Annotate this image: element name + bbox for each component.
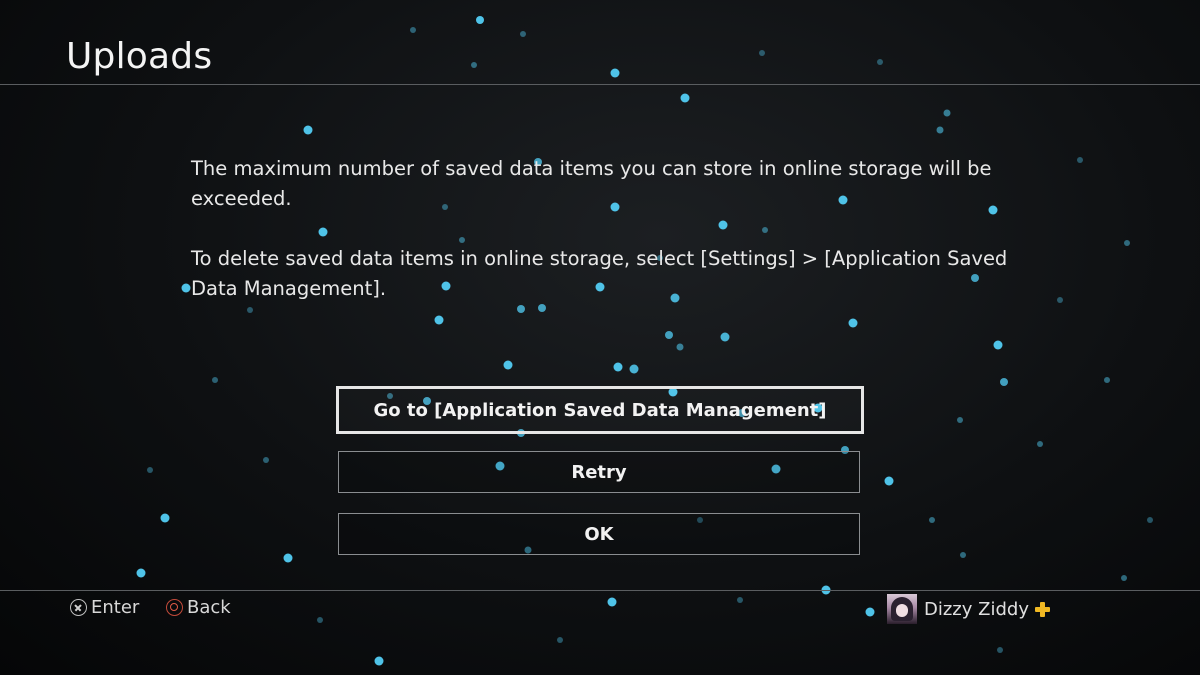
footer-divider [0,590,1200,591]
go-to-saved-data-management-button[interactable]: Go to [Application Saved Data Management… [336,386,864,434]
cross-button-icon [70,599,87,616]
particle [936,126,944,134]
header-divider [0,84,1200,85]
particle [557,637,563,643]
particle [1104,377,1110,383]
particle [1000,378,1008,386]
particle [160,513,170,523]
particle [147,467,153,473]
circle-button-icon [166,599,183,616]
particle [303,125,313,135]
retry-button[interactable]: Retry [338,451,860,493]
retry-button-label: Retry [571,461,627,483]
avatar [887,594,917,624]
particle [960,552,966,558]
particle [1037,441,1043,447]
playstation-plus-icon [1034,601,1050,617]
particle [877,59,883,65]
background-particles [136,16,1153,666]
enter-hint-label: Enter [91,597,140,618]
ok-button[interactable]: OK [338,513,860,555]
particle [1124,240,1130,246]
particle [263,457,269,463]
particle [993,340,1003,350]
message-exceeded: The maximum number of saved data items y… [191,157,992,210]
particle [884,476,894,486]
particle [476,16,484,24]
particle [997,647,1003,653]
particle [607,597,617,607]
particle [374,656,384,666]
particle [613,362,623,372]
particle [283,553,293,563]
particle [676,343,684,351]
particle [471,62,477,68]
back-hint: Back [166,597,231,618]
particle [759,50,765,56]
particle [181,283,191,293]
enter-hint: Enter [70,597,139,618]
particle [1057,297,1063,303]
user-profile: Dizzy Ziddy [887,594,1050,624]
particle [212,377,218,383]
particle [136,568,146,578]
message-instructions: To delete saved data items in online sto… [191,247,1008,300]
page-title: Uploads [66,36,213,77]
particle [929,517,935,523]
particle [629,364,639,374]
particle [680,93,690,103]
particle [1147,517,1153,523]
particle [1121,575,1127,581]
particle [410,27,416,33]
back-hint-label: Back [187,597,231,618]
dialog-message: The maximum number of saved data items y… [191,154,1021,334]
particle [957,417,963,423]
particle [943,109,951,117]
particle [503,360,513,370]
particle [610,68,620,78]
particle [317,617,323,623]
particle [1077,157,1083,163]
particle [520,31,526,37]
ok-button-label: OK [584,523,614,545]
particle [865,607,875,617]
user-name: Dizzy Ziddy [924,598,1029,620]
particle [737,597,743,603]
go-to-button-label: Go to [Application Saved Data Management… [373,399,827,421]
